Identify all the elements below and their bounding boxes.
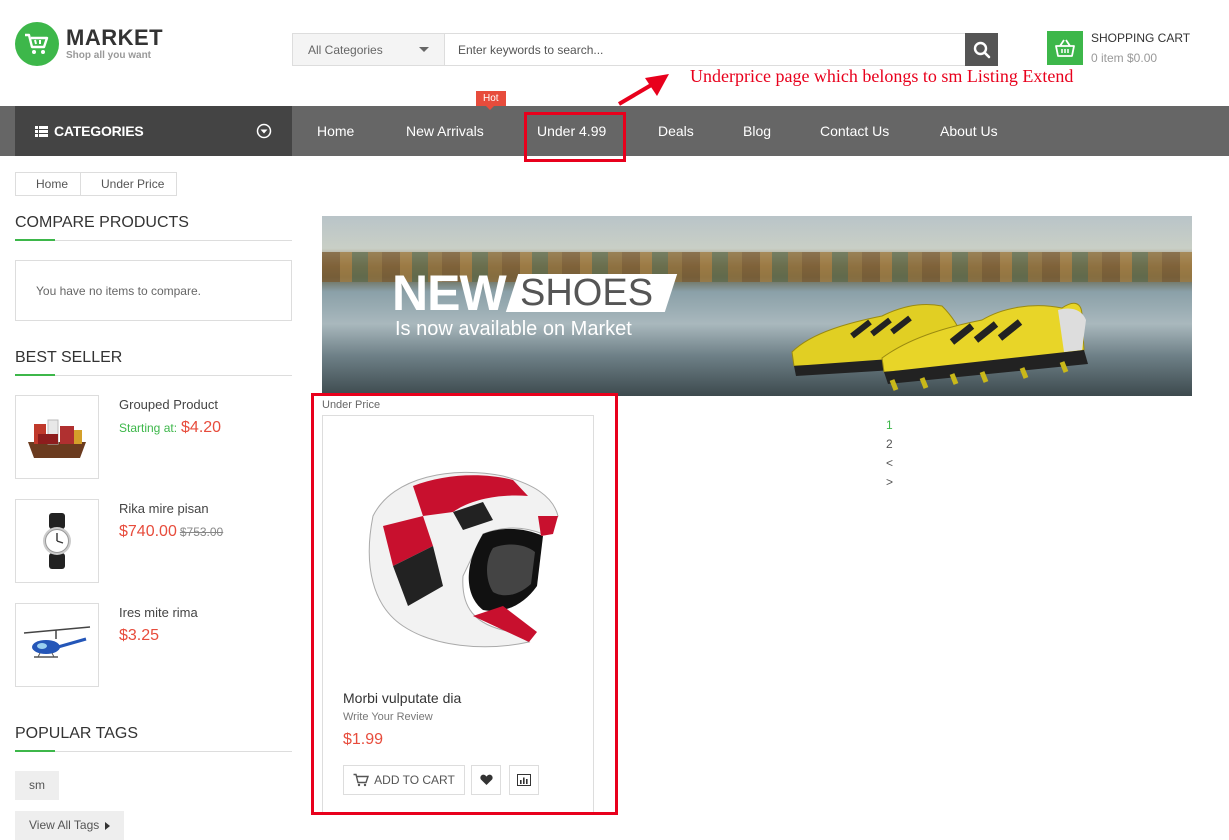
best-seller-item: Ires mite rima $3.25 <box>15 603 292 687</box>
best-seller-item: Rika mire pisan $740.00 $753.00 <box>15 499 292 583</box>
football-boots-image <box>791 302 1088 391</box>
annotation-highlight-product <box>311 393 618 815</box>
compare-products-title: COMPARE PRODUCTS <box>15 214 292 241</box>
best-seller-name[interactable]: Ires mite rima <box>119 605 198 620</box>
banner-headline-light: SHOES <box>520 272 654 314</box>
cart-title: SHOPPING CART <box>1091 31 1191 45</box>
logo-title: MARKET <box>66 24 164 50</box>
best-seller-price: $4.20 <box>181 419 222 436</box>
caret-down-icon <box>419 47 429 52</box>
compare-empty-box: You have no items to compare. <box>15 260 292 321</box>
hot-badge: Hot <box>476 91 506 110</box>
annotation-highlight-menu <box>524 112 626 162</box>
breadcrumb: Home Under Price <box>15 172 178 196</box>
best-seller-item: Grouped Product Starting at: $4.20 <box>15 395 292 479</box>
page-prev[interactable]: < <box>886 454 893 473</box>
banner-headline-bold: NEW <box>392 265 507 321</box>
breadcrumb-current: Under Price <box>81 172 178 196</box>
nav-deals[interactable]: Deals <box>658 106 694 156</box>
annotation-arrow-icon <box>617 74 669 106</box>
categories-button[interactable]: CATEGORIES <box>15 106 292 156</box>
search-input[interactable] <box>445 34 965 65</box>
list-icon <box>35 125 48 137</box>
nav-about-us[interactable]: About Us <box>940 106 998 156</box>
best-seller-title: BEST SELLER <box>15 349 292 376</box>
best-seller-name[interactable]: Rika mire pisan <box>119 501 209 516</box>
gift-basket-image[interactable] <box>15 395 99 479</box>
starting-at-label: Starting at: <box>119 421 178 435</box>
nav-home[interactable]: Home <box>317 106 354 156</box>
page-2[interactable]: 2 <box>886 435 893 454</box>
search-icon <box>973 41 990 58</box>
popular-tags-title: POPULAR TAGS <box>15 725 292 752</box>
helicopter-image[interactable] <box>15 603 99 687</box>
search-category-select[interactable]: All Categories <box>293 34 445 65</box>
breadcrumb-home[interactable]: Home <box>15 172 82 196</box>
best-seller-price: $3.25 <box>119 627 160 644</box>
shopping-cart[interactable]: SHOPPING CART 0 item $0.00 <box>1047 31 1190 66</box>
page-1[interactable]: 1 <box>886 416 893 435</box>
new-shoes-banner[interactable]: NEW SHOES Is now available on Market <box>322 216 1192 396</box>
best-seller-price: $740.00 <box>119 523 177 540</box>
search-category-label: All Categories <box>308 42 383 57</box>
chevron-circle-down-icon <box>256 123 272 139</box>
nav-new-arrivals[interactable]: New Arrivals <box>406 106 484 156</box>
basket-icon <box>1047 31 1083 65</box>
tag-sm[interactable]: sm <box>15 771 59 800</box>
logo-subtitle: Shop all you want <box>66 49 152 61</box>
view-all-tags-button[interactable]: View All Tags <box>15 811 125 840</box>
search-button[interactable] <box>965 33 998 66</box>
nav-contact-us[interactable]: Contact Us <box>820 106 889 156</box>
search-bar: All Categories <box>292 33 998 66</box>
cart-summary: 0 item $0.00 <box>1091 51 1158 65</box>
categories-label: CATEGORIES <box>54 123 144 139</box>
page-next[interactable]: > <box>886 473 893 492</box>
best-seller-old-price: $753.00 <box>179 525 224 539</box>
view-all-tags-label: View All Tags <box>29 818 100 832</box>
site-logo[interactable]: MARKET Shop all you want <box>15 22 163 66</box>
pagination: 1 2 < > <box>886 416 893 492</box>
nav-blog[interactable]: Blog <box>743 106 771 156</box>
banner-subline: Is now available on Market <box>395 318 632 340</box>
watch-image[interactable] <box>15 499 99 583</box>
caret-right-icon <box>105 821 111 830</box>
best-seller-name[interactable]: Grouped Product <box>119 397 218 412</box>
cart-logo-icon <box>15 22 59 66</box>
annotation-text: Underprice page which belongs to sm List… <box>690 66 1074 86</box>
